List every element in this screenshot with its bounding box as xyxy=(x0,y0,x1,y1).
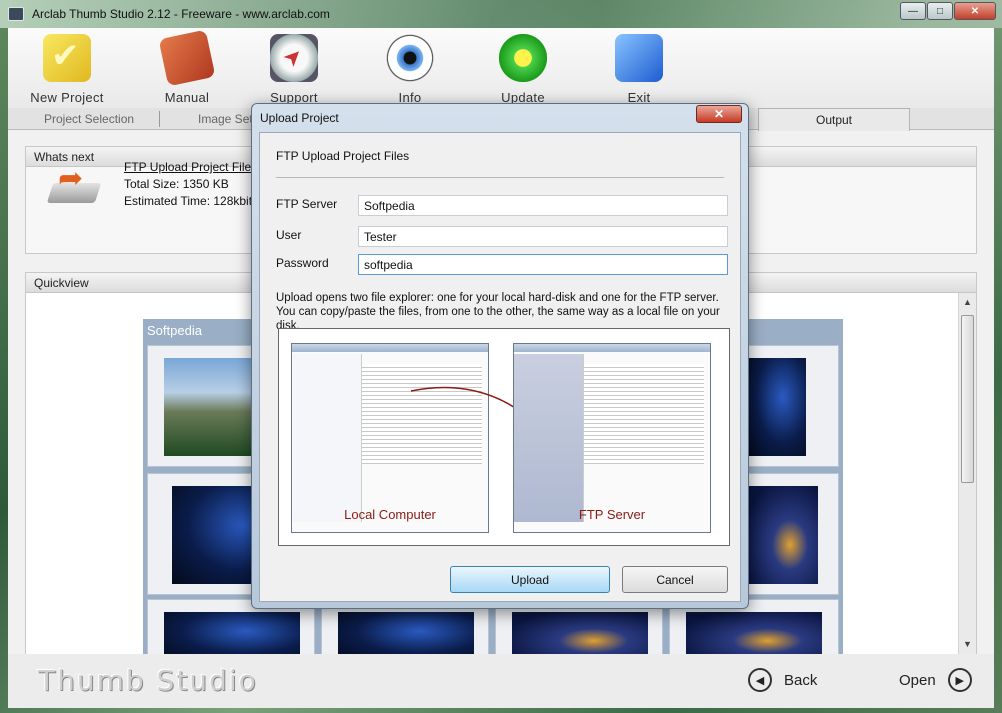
footer: Thumb Studio ◀ Back Open ▶ xyxy=(8,654,994,708)
tab-separator xyxy=(159,111,160,127)
close-button[interactable]: ✕ xyxy=(954,2,996,20)
upload-preview-image: Local Computer FTP Server xyxy=(278,328,730,546)
thumbnail-image xyxy=(164,612,300,655)
eye-icon xyxy=(386,34,434,82)
user-input[interactable] xyxy=(358,226,728,247)
scroll-thumb[interactable] xyxy=(961,315,974,483)
window-title: Arclab Thumb Studio 2.12 - Freeware - ww… xyxy=(32,7,330,21)
window-bar-shape xyxy=(514,344,710,352)
compass-icon xyxy=(270,34,318,82)
window-bar-shape xyxy=(292,344,488,352)
back-label: Back xyxy=(784,671,818,689)
total-size-text: Total Size: 1350 KB xyxy=(124,177,229,191)
manual-label: Manual xyxy=(164,90,210,105)
forward-arrow-icon: ▶ xyxy=(947,668,972,692)
ftp-upload-icon[interactable]: ➦ xyxy=(46,161,102,207)
manual-button[interactable]: Manual xyxy=(132,29,242,105)
dialog-close-button[interactable]: ✕ xyxy=(696,105,742,123)
password-input[interactable] xyxy=(358,254,728,275)
thumbnail-image xyxy=(748,486,818,584)
gallery-thumbnail[interactable] xyxy=(739,345,839,467)
thumbnail-image xyxy=(686,612,822,655)
tab-project-selection[interactable]: Project Selection xyxy=(44,112,134,126)
tab-output[interactable]: Output xyxy=(758,108,910,131)
toolbar: New Project Manual Support Info Update E… xyxy=(8,28,994,108)
tab-image-settings[interactable]: Image Sett xyxy=(198,112,256,126)
password-label: Password xyxy=(276,256,329,270)
user-label: User xyxy=(276,228,302,242)
thumbnail-image xyxy=(748,358,806,456)
scroll-up-icon[interactable]: ▲ xyxy=(959,297,976,311)
info-button[interactable]: Info xyxy=(355,34,465,105)
book-icon xyxy=(158,29,216,87)
upload-description: Upload opens two file explorer: one for … xyxy=(276,292,720,332)
new-project-button[interactable]: New Project xyxy=(12,34,122,105)
thumbnail-image xyxy=(338,612,474,655)
back-button[interactable]: ◀ Back xyxy=(748,668,817,692)
open-label: Open xyxy=(899,671,936,689)
scroll-down-icon[interactable]: ▼ xyxy=(959,639,976,653)
arrow-exit-icon xyxy=(615,34,663,82)
title-bar: Arclab Thumb Studio 2.12 - Freeware - ww… xyxy=(0,0,1002,28)
ftp-upload-link[interactable]: FTP Upload Project Files xyxy=(124,159,266,176)
ftp-explorer-screenshot: FTP Server xyxy=(513,343,711,533)
gallery-title: Softpedia xyxy=(147,323,202,338)
cancel-button[interactable]: Cancel xyxy=(622,566,728,593)
back-arrow-icon: ◀ xyxy=(748,668,772,692)
file-list-shape xyxy=(584,364,704,464)
dialog-title: Upload Project xyxy=(260,111,339,125)
support-button[interactable]: Support xyxy=(239,34,349,105)
new-project-icon xyxy=(43,34,91,82)
quickview-scrollbar[interactable]: ▲ ▼ xyxy=(958,293,976,655)
window-controls: — □ ✕ xyxy=(900,2,996,20)
brand-logo-text: Thumb Studio xyxy=(38,664,258,697)
open-button[interactable]: Open ▶ xyxy=(899,668,972,692)
update-button[interactable]: Update xyxy=(468,34,578,105)
whats-next-info: FTP Upload Project Files Total Size: 135… xyxy=(124,159,266,210)
new-project-label: New Project xyxy=(30,90,104,105)
upload-project-dialog: Upload Project ✕ FTP Upload Project File… xyxy=(251,103,749,609)
upload-button[interactable]: Upload xyxy=(450,566,610,593)
maximize-button[interactable]: □ xyxy=(927,2,953,20)
minimize-button[interactable]: — xyxy=(900,2,926,20)
app-icon xyxy=(8,7,24,21)
explorer-sidebar-shape xyxy=(292,354,362,522)
divider xyxy=(276,177,724,178)
upload-arrow-shape: ➦ xyxy=(58,162,84,195)
exit-button[interactable]: Exit xyxy=(584,34,694,105)
dialog-heading: FTP Upload Project Files xyxy=(276,149,410,163)
ftp-server-input[interactable] xyxy=(358,195,728,216)
local-computer-label: Local Computer xyxy=(344,507,436,522)
dialog-body: FTP Upload Project Files FTP Server User… xyxy=(259,132,741,602)
ftp-server-label: FTP Server xyxy=(276,197,338,211)
flower-icon xyxy=(499,34,547,82)
ftp-server-preview-label: FTP Server xyxy=(578,507,646,522)
estimated-time-text: Estimated Time: 128kbit>1 xyxy=(124,194,266,208)
explorer-sidebar-shape xyxy=(514,354,584,522)
gallery-thumbnail[interactable] xyxy=(739,473,839,595)
thumbnail-image xyxy=(512,612,648,655)
